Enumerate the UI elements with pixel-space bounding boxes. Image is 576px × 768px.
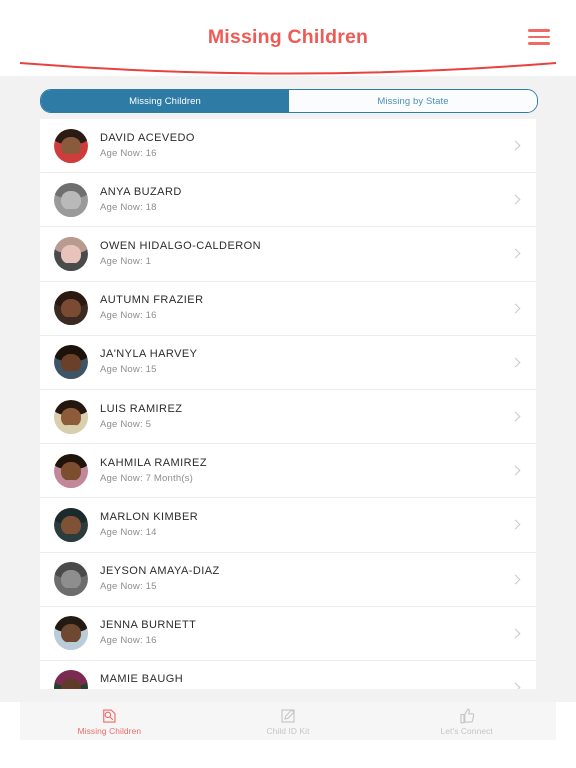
list-item-name: ANYA BUZARD xyxy=(100,185,182,198)
thumbs-up-icon xyxy=(458,707,476,725)
list-item-age: Age Now: 16 xyxy=(100,310,157,322)
list-item-name: LUIS RAMIREZ xyxy=(100,402,183,415)
segment-missing-by-state[interactable]: Missing by State xyxy=(289,90,537,112)
tab-child-id-kit[interactable]: Child ID Kit xyxy=(199,702,378,740)
list-item-text: AUTUMN FRAZIER Age Now: 16 xyxy=(100,293,511,323)
list-item-name: MARLON KIMBER xyxy=(100,510,199,523)
list-item[interactable]: OWEN HIDALGO-CALDERON Age Now: 1 xyxy=(40,227,536,282)
list-item[interactable]: JA'NYLA HARVEY Age Now: 15 xyxy=(40,335,536,390)
tab-child-id-kit-label: Child ID Kit xyxy=(266,725,310,736)
chevron-right-icon[interactable] xyxy=(511,303,521,313)
chevron-right-icon[interactable] xyxy=(511,249,521,259)
avatar xyxy=(54,670,88,689)
list-item[interactable]: KAHMILA RAMIREZ Age Now: 7 Month(s) xyxy=(40,444,536,499)
chevron-right-icon[interactable] xyxy=(511,141,521,151)
chevron-right-icon[interactable] xyxy=(511,195,521,205)
list-item-age: Age Now: 1 xyxy=(100,255,152,267)
chevron-right-icon[interactable] xyxy=(511,628,521,638)
chevron-right-icon[interactable] xyxy=(511,520,521,530)
app-root: Missing Children Missing Children Missin… xyxy=(0,0,576,768)
list-item-text: ANYA BUZARD Age Now: 18 xyxy=(100,185,511,215)
list-item-age: Age Now: 15 xyxy=(100,581,157,593)
tab-missing-children-label: Missing Children xyxy=(77,725,142,736)
list-item[interactable]: MAMIE BAUGH Age Now: 15 xyxy=(40,660,536,689)
segmented-control[interactable]: Missing Children Missing by State xyxy=(40,89,538,113)
page-title: Missing Children xyxy=(207,26,369,48)
list-item-text: MAMIE BAUGH Age Now: 15 xyxy=(100,672,511,689)
tab-lets-connect-label: Let's Connect xyxy=(440,725,493,736)
list-item-text: LUIS RAMIREZ Age Now: 5 xyxy=(100,402,511,432)
missing-children-list[interactable]: DAVID ACEVEDO Age Now: 16 ANYA BUZARD Age N… xyxy=(40,119,536,689)
page-content-area: Missing Children Missing by State DAVID … xyxy=(20,76,556,702)
list-item-name: MAMIE BAUGH xyxy=(100,673,184,686)
list-item-name: JA'NYLA HARVEY xyxy=(100,348,198,361)
segment-missing-children[interactable]: Missing Children xyxy=(41,90,289,112)
list-item-text: JEYSON AMAYA-DIAZ Age Now: 15 xyxy=(100,564,511,594)
list-item-text: OWEN HIDALGO-CALDERON Age Now: 1 xyxy=(100,239,511,269)
list-item[interactable]: ANYA BUZARD Age Now: 18 xyxy=(40,173,536,228)
list-item-age: Age Now: 18 xyxy=(100,201,157,213)
avatar xyxy=(54,399,88,434)
menu-bar-1 xyxy=(528,29,550,32)
chevron-right-icon[interactable] xyxy=(511,682,521,689)
pencil-square-icon xyxy=(279,707,297,725)
menu-bar-2 xyxy=(528,35,550,39)
page-body: Missing Children Missing by State DAVID … xyxy=(0,76,576,702)
list-item-age: Age Now: 15 xyxy=(100,688,511,689)
avatar xyxy=(54,291,88,326)
chevron-right-icon[interactable] xyxy=(511,412,521,422)
list-item-text: JENNA BURNETT Age Now: 16 xyxy=(100,618,511,648)
list-item-age: Age Now: 14 xyxy=(100,526,157,538)
list-item-name: JEYSON AMAYA-DIAZ xyxy=(100,565,220,578)
bottom-safe-area xyxy=(0,740,576,768)
chevron-right-icon[interactable] xyxy=(511,466,521,476)
hamburger-menu-icon[interactable] xyxy=(528,29,550,45)
tab-missing-children[interactable]: Missing Children xyxy=(20,702,199,740)
list-item[interactable]: AUTUMN FRAZIER Age Now: 16 xyxy=(40,281,536,336)
list-item-age: Age Now: 16 xyxy=(100,147,157,159)
list-item-name: OWEN HIDALGO-CALDERON xyxy=(100,239,262,252)
avatar xyxy=(54,182,88,217)
list-item-name: JENNA BURNETT xyxy=(100,619,197,632)
list-item-text: JA'NYLA HARVEY Age Now: 15 xyxy=(100,347,511,377)
segment-missing-by-state-label: Missing by State xyxy=(377,95,449,107)
list-item[interactable]: JEYSON AMAYA-DIAZ Age Now: 15 xyxy=(40,552,536,607)
list-item-name: AUTUMN FRAZIER xyxy=(100,294,204,307)
list-item[interactable]: MARLON KIMBER Age Now: 14 xyxy=(40,498,536,553)
app-header: Missing Children xyxy=(0,0,576,72)
list-item-text: MARLON KIMBER Age Now: 14 xyxy=(100,510,511,540)
chevron-right-icon[interactable] xyxy=(511,574,521,584)
list-item-name: KAHMILA RAMIREZ xyxy=(100,456,207,469)
list-item-age: Age Now: 7 Month(s) xyxy=(100,472,193,484)
avatar xyxy=(54,345,88,380)
list-item[interactable]: JENNA BURNETT Age Now: 16 xyxy=(40,606,536,661)
avatar xyxy=(54,128,88,163)
avatar xyxy=(54,562,88,597)
tab-lets-connect[interactable]: Let's Connect xyxy=(377,702,556,740)
list-item-age: Age Now: 15 xyxy=(100,364,157,376)
segment-missing-children-label: Missing Children xyxy=(129,95,201,107)
list-item-name: DAVID ACEVEDO xyxy=(100,131,195,144)
list-item-text: DAVID ACEVEDO Age Now: 16 xyxy=(100,131,511,161)
avatar xyxy=(54,453,88,488)
chevron-right-icon[interactable] xyxy=(511,357,521,367)
list-item-age: Age Now: 5 xyxy=(100,418,152,430)
avatar xyxy=(54,616,88,651)
bottom-tab-bar[interactable]: Missing Children Child ID Kit Let's Conn… xyxy=(20,702,556,740)
search-person-icon xyxy=(100,707,118,725)
list-item-text: KAHMILA RAMIREZ Age Now: 7 Month(s) xyxy=(100,456,511,486)
menu-bar-3 xyxy=(528,42,550,45)
avatar xyxy=(54,507,88,542)
list-item[interactable]: DAVID ACEVEDO Age Now: 16 xyxy=(40,119,536,174)
list-item[interactable]: LUIS RAMIREZ Age Now: 5 xyxy=(40,389,536,445)
list-item-age: Age Now: 16 xyxy=(100,635,157,647)
avatar xyxy=(54,236,88,271)
